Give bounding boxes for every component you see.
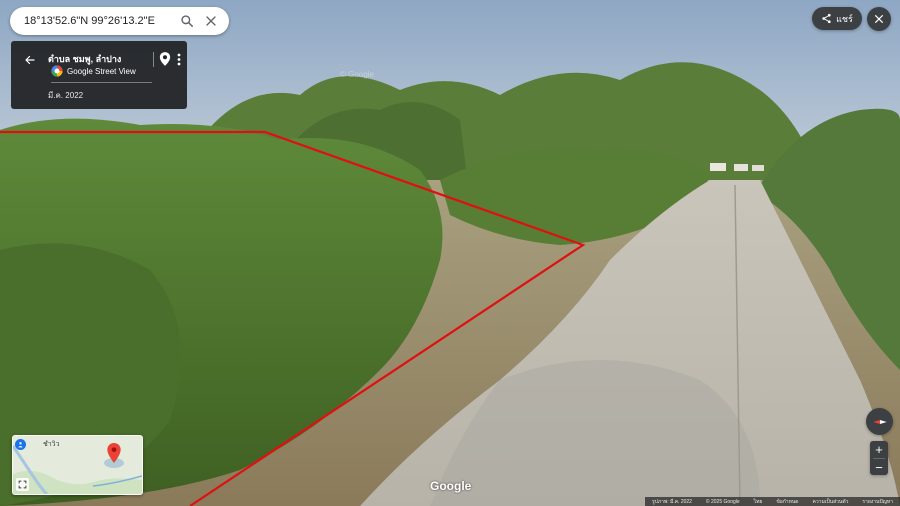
close-icon[interactable]: [199, 9, 223, 33]
footer-privacy-link[interactable]: ความเป็นส่วนตัว: [812, 498, 850, 506]
footer-imagery-date: รูปภาพ: มี.ค. 2022: [651, 498, 692, 505]
location-pin-icon[interactable]: [158, 51, 172, 67]
compass-icon[interactable]: [866, 408, 893, 435]
more-options-icon[interactable]: [174, 52, 184, 67]
google-logo: Google: [430, 479, 472, 493]
location-info-panel: ตำบล ชมพู, ลำปาง Google Street View มี.ค…: [11, 41, 187, 109]
map-pin-icon: [107, 443, 121, 463]
brand-label: Google Street View: [67, 66, 136, 76]
search-box[interactable]: [10, 7, 229, 35]
search-input[interactable]: [22, 14, 175, 28]
capture-date: มี.ค. 2022: [48, 91, 84, 100]
map-place-label: ชำวิว: [43, 441, 60, 448]
search-icon[interactable]: [175, 9, 199, 33]
close-street-view-button[interactable]: [867, 7, 891, 31]
share-icon: [822, 13, 831, 24]
expand-map-icon[interactable]: [16, 478, 29, 491]
distant-building: [734, 164, 748, 171]
attribution-footer: รูปภาพ: มี.ค. 2022 © 2025 Google ไทย ข้อ…: [645, 497, 900, 506]
place-title: ตำบล ชมพู, ลำปาง: [48, 54, 122, 64]
distant-building: [710, 163, 726, 171]
panel-vertical-divider: [153, 52, 154, 67]
footer-terms-link[interactable]: ข้อกำหนด: [775, 498, 799, 506]
zoom-controls: + −: [870, 441, 888, 475]
minimap-tiles: [13, 436, 142, 494]
street-view-logo-icon: [51, 65, 63, 77]
street-view-brand[interactable]: Google Street View: [51, 65, 136, 77]
zoom-out-button[interactable]: −: [870, 459, 888, 476]
minimap[interactable]: ชำวิว: [12, 435, 143, 495]
share-label: แชร์: [836, 14, 853, 25]
back-arrow-icon[interactable]: [20, 50, 40, 70]
person-icon: [15, 439, 26, 450]
close-icon: [875, 15, 883, 23]
footer-report-link[interactable]: รายงานปัญหา: [861, 498, 894, 506]
share-button[interactable]: แชร์: [812, 7, 862, 30]
footer-language-link[interactable]: ไทย: [753, 498, 764, 506]
footer-copyright: © 2025 Google: [705, 498, 740, 505]
panel-divider: [51, 82, 152, 83]
imagery-watermark: © Google: [340, 70, 374, 79]
distant-building: [752, 165, 764, 171]
zoom-in-button[interactable]: +: [870, 441, 888, 458]
